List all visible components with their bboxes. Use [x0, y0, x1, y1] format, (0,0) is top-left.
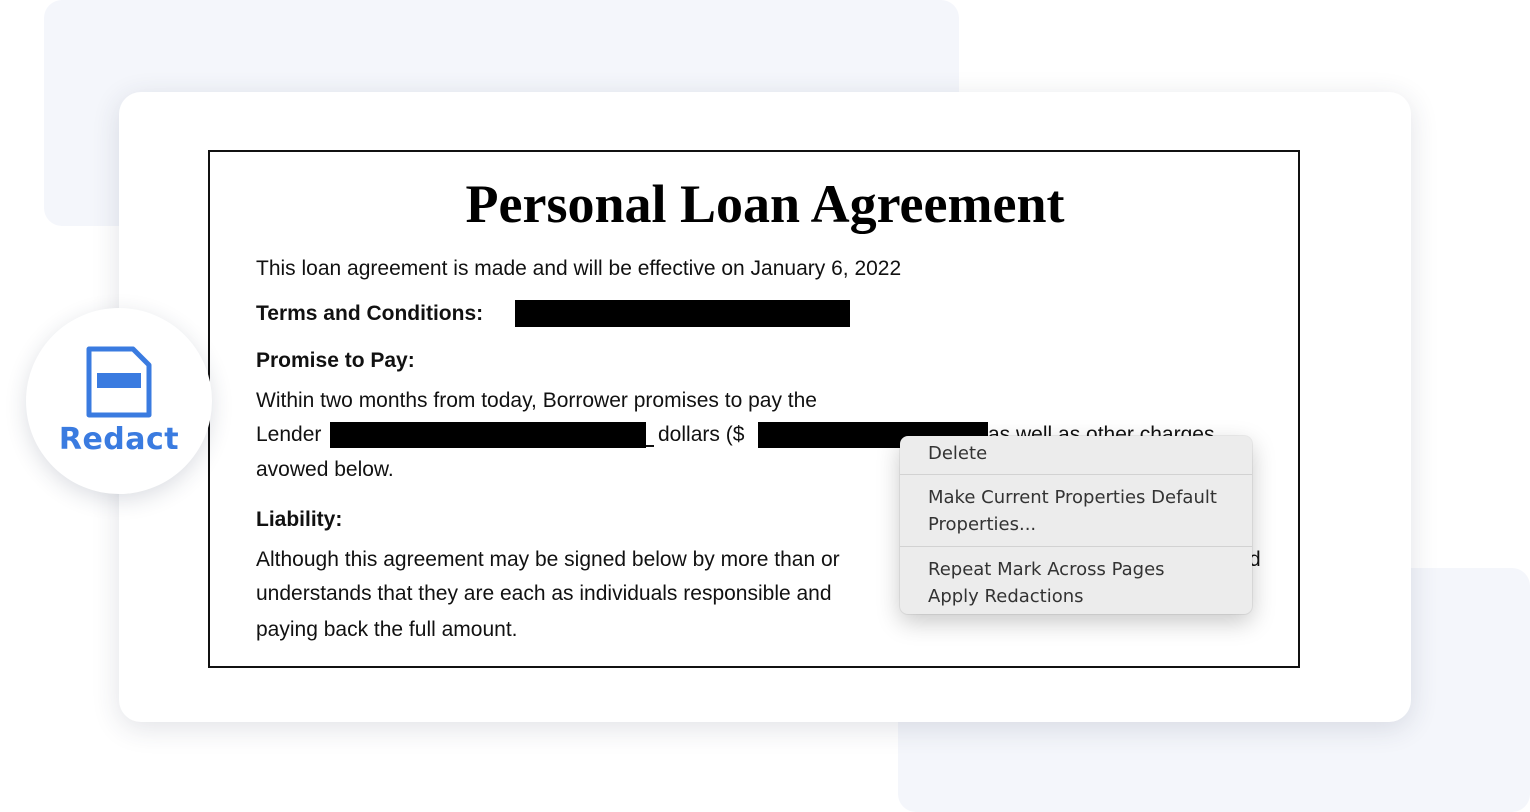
- menu-item-properties[interactable]: Properties...: [928, 511, 1036, 538]
- terms-label: Terms and Conditions:: [256, 302, 484, 325]
- menu-item-delete[interactable]: Delete: [928, 440, 987, 467]
- promise-line: Within two months from today, Borrower p…: [256, 389, 817, 412]
- lender-label: Lender: [256, 423, 322, 446]
- effective-date-line: This loan agreement is made and will be …: [256, 257, 902, 280]
- promise-heading: Promise to Pay:: [256, 349, 415, 372]
- menu-separator: [900, 546, 1252, 547]
- promise-line: avowed below.: [256, 458, 394, 481]
- context-menu: Delete Make Current Properties Default P…: [900, 436, 1252, 614]
- redaction-mark[interactable]: [330, 422, 646, 448]
- liability-line: understands that they are each as indivi…: [256, 582, 832, 605]
- redact-label: Redact: [58, 422, 180, 457]
- menu-item-make-default[interactable]: Make Current Properties Default: [928, 484, 1217, 511]
- menu-separator: [900, 474, 1252, 475]
- blank-underline: [646, 445, 654, 447]
- menu-item-repeat-mark[interactable]: Repeat Mark Across Pages: [928, 556, 1165, 583]
- redact-badge: Redact: [26, 308, 212, 494]
- menu-item-apply-redactions[interactable]: Apply Redactions: [928, 583, 1084, 610]
- redaction-mark[interactable]: [515, 300, 850, 327]
- redact-icon: [86, 346, 152, 423]
- liability-line: paying back the full amount.: [256, 618, 518, 641]
- dollars-label: dollars ($: [658, 423, 745, 446]
- liability-line: Although this agreement may be signed be…: [256, 548, 840, 571]
- liability-heading: Liability:: [256, 508, 343, 531]
- document-title: Personal Loan Agreement: [465, 174, 1065, 234]
